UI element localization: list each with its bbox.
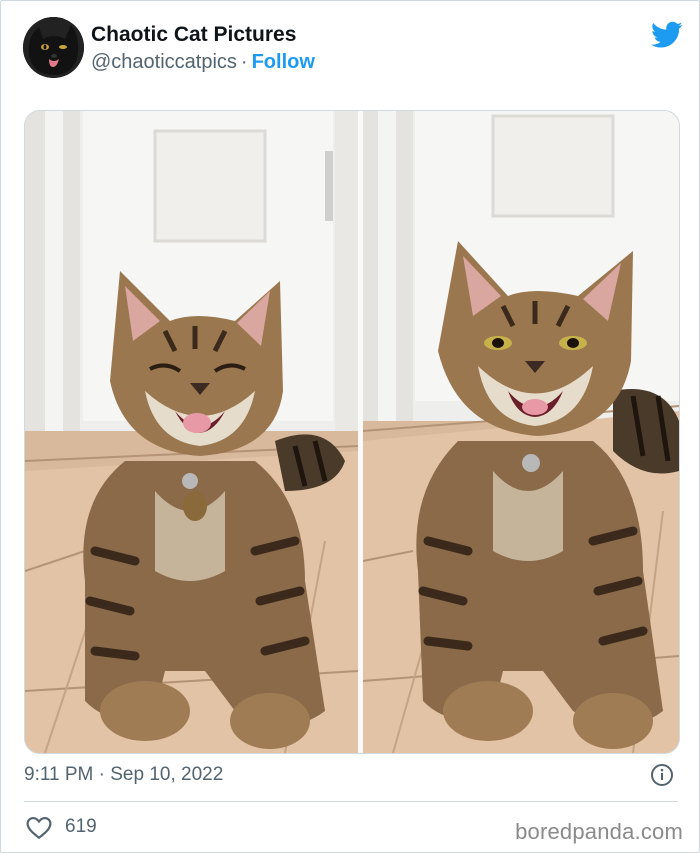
avatar[interactable] [23,17,84,78]
tweet-timestamp[interactable]: 9:11 PM · Sep 10, 2022 [24,764,223,786]
author-handle[interactable]: @chaoticcatpics [91,51,237,73]
info-icon[interactable] [650,763,674,787]
tweet-card: Chaotic Cat Pictures @chaoticcatpics · Fol… [0,0,700,853]
avatar-cat-image [23,17,84,78]
divider [24,801,678,802]
photo-left-cat-eyes-closed[interactable] [25,111,358,753]
heart-icon[interactable] [26,816,52,840]
handle-line: @chaoticcatpics · Follow [91,51,315,74]
source-watermark: boredpanda.com [515,819,683,844]
photo-right-cat-eyes-open[interactable] [363,111,679,753]
author-name[interactable]: Chaotic Cat Pictures [91,23,296,47]
twitter-bird-icon[interactable] [651,21,683,49]
tweet-media[interactable] [24,110,680,754]
separator-dot: · [240,51,248,73]
cat-photo-right [363,111,679,753]
cat-photo-left [25,111,358,753]
follow-button[interactable]: Follow [252,51,315,73]
tweet-header: Chaotic Cat Pictures @chaoticcatpics · Fol… [23,17,683,81]
like-count: 619 [65,816,97,837]
